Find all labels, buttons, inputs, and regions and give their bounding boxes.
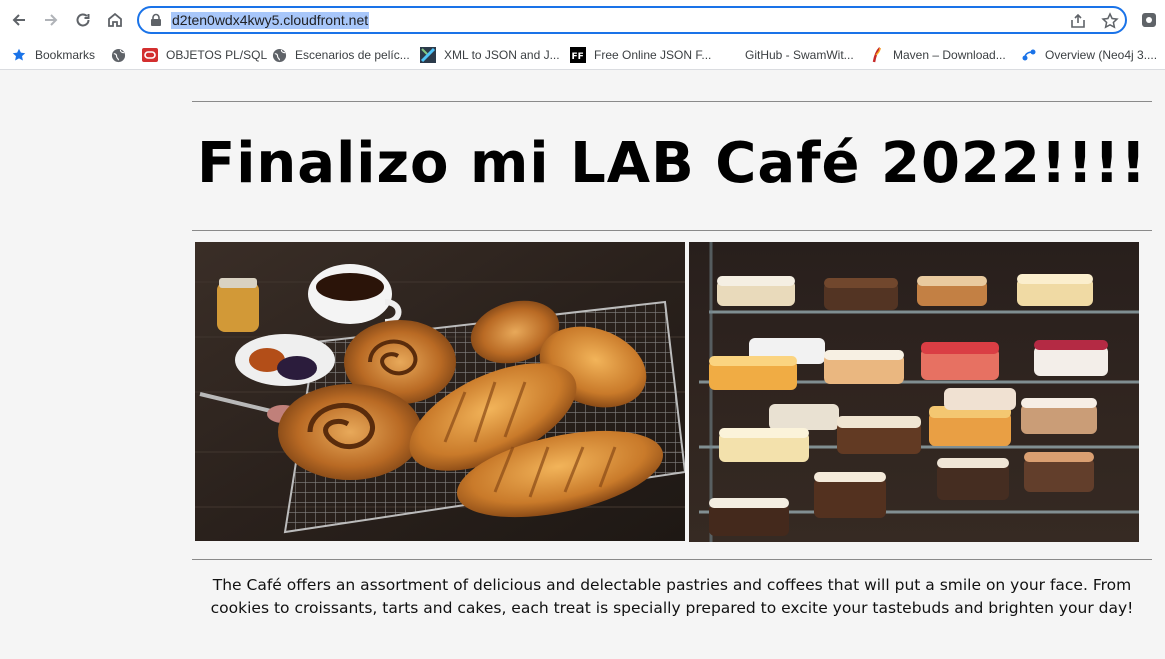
bookmark-label: Free Online JSON F... <box>594 48 712 62</box>
extension-icon[interactable] <box>1140 11 1158 29</box>
reload-button[interactable] <box>71 8 95 32</box>
bookmark-label: Maven – Download... <box>893 48 1006 62</box>
page-title: Finalizo mi LAB Café 2022!!!! <box>196 131 1148 196</box>
bookmark-objetos-plsql[interactable]: OBJETOS PL/SQL <box>142 45 267 65</box>
reload-icon <box>76 13 90 27</box>
divider-bottom <box>192 559 1152 560</box>
github-icon <box>721 47 737 63</box>
divider-middle <box>192 230 1152 231</box>
page-content: Finalizo mi LAB Café 2022!!!! The Café o… <box>0 71 1165 659</box>
neo4j-icon <box>1021 47 1037 63</box>
bookmark-globe[interactable] <box>110 45 134 65</box>
forward-button[interactable] <box>39 8 63 32</box>
bookmark-xml-to-json[interactable]: XML to JSON and J... <box>420 45 560 65</box>
pastries-coffee-photo <box>195 242 685 541</box>
bookmark-label: Escenarios de pelíc... <box>295 48 410 62</box>
ff-icon: FF <box>570 47 586 63</box>
browser-toolbar: d2ten0wdx4kwy5.cloudfront.net <box>0 0 1165 40</box>
bookmark-label: Overview (Neo4j 3.... <box>1045 48 1158 62</box>
star-icon <box>11 47 27 63</box>
arrow-left-icon <box>12 14 25 26</box>
home-button[interactable] <box>103 8 127 32</box>
share-icon[interactable] <box>1069 12 1087 30</box>
bookmark-label: XML to JSON and J... <box>444 48 560 62</box>
bookmarks-bar: Bookmarks OBJETOS PL/SQL Escenarios de p… <box>0 40 1165 70</box>
url-text[interactable]: d2ten0wdx4kwy5.cloudfront.net <box>171 12 370 29</box>
home-icon <box>108 12 122 27</box>
address-bar[interactable]: d2ten0wdx4kwy5.cloudfront.net <box>137 6 1127 34</box>
divider-top <box>192 101 1152 102</box>
arrow-right-icon <box>45 14 58 26</box>
back-button[interactable] <box>7 8 31 32</box>
bookmark-label: Bookmarks <box>35 48 96 62</box>
bookmark-maven[interactable]: Maven – Download... <box>869 45 1006 65</box>
bookmark-bookmarks[interactable]: Bookmarks <box>11 45 95 65</box>
svg-text:FF: FF <box>572 52 584 62</box>
bookmark-label: GitHub - SwamWit... <box>745 48 854 62</box>
globe-icon <box>110 47 126 63</box>
globe-icon <box>271 47 287 63</box>
xml-json-icon <box>420 47 436 63</box>
oracle-icon <box>142 47 158 63</box>
bookmark-label: OBJETOS PL/SQL <box>166 48 268 62</box>
maven-icon <box>869 47 885 63</box>
bookmark-free-json[interactable]: FF Free Online JSON F... <box>570 45 711 65</box>
bookmark-escenarios[interactable]: Escenarios de pelíc... <box>271 45 410 65</box>
lock-icon <box>151 13 161 26</box>
cafe-description: The Café offers an assortment of delicio… <box>210 576 1134 617</box>
bookmark-github[interactable]: GitHub - SwamWit... <box>721 45 854 65</box>
bookmark-star-icon[interactable] <box>1101 12 1119 30</box>
cake-display-photo <box>689 242 1139 542</box>
bookmark-neo4j[interactable]: Overview (Neo4j 3.... <box>1021 45 1157 65</box>
